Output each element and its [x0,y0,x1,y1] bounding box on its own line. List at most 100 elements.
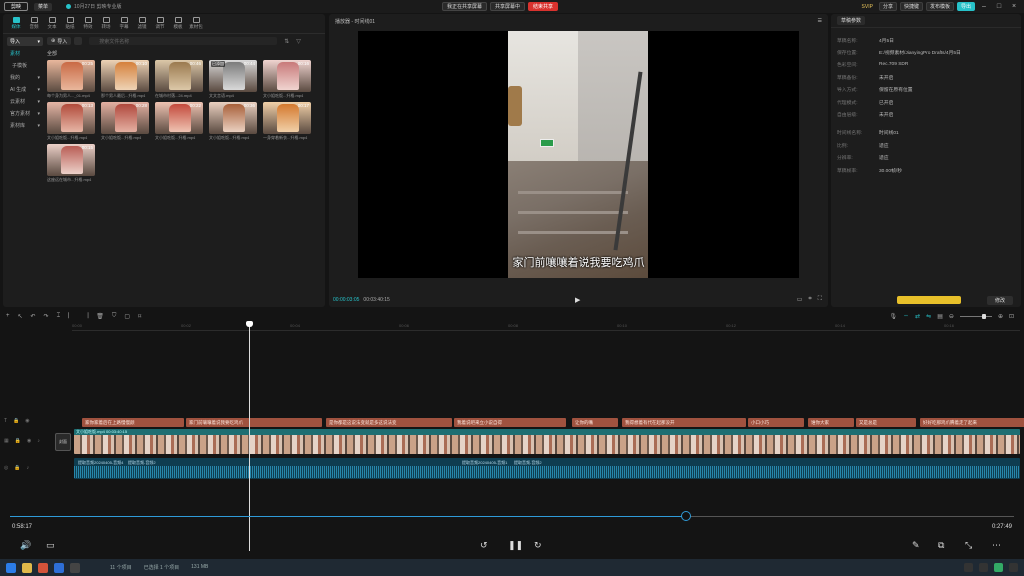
cover-button[interactable]: 封面 [55,433,71,451]
text-track-icon[interactable]: T [4,418,7,424]
link-icon[interactable]: ⇔ [903,313,909,319]
collapse-icon[interactable]: ⤡ [965,540,972,551]
media-tab[interactable]: 字幕 [115,14,133,33]
timeline-ruler[interactable]: 00:00 00:02 00:04 00:06 00:08 00:10 00:12 00:14… [72,323,1020,331]
folder-icon[interactable] [22,562,32,573]
mic-icon[interactable]: 🎙 [890,313,898,320]
speaker-icon[interactable]: ♪ [27,465,30,471]
media-tab[interactable]: 调节 [151,14,169,33]
sidebar-item[interactable]: 云素材 ▾ [7,97,43,106]
video-clip[interactable]: 文小姐吃饭.mp4 00:03:40:15 [74,429,1020,454]
fullscreen-icon[interactable]: ⛶ [818,296,822,303]
filter-icon[interactable]: ▽ [296,38,301,45]
subtitle-icon[interactable]: ▤ [937,313,943,320]
freeze-icon[interactable]: ▢ [124,313,130,320]
snap-icon[interactable]: ⇄ [915,313,920,320]
media-clip[interactable]: 00:10 那个男人最后...升格.mp4 [101,60,149,99]
sidebar-item[interactable]: 我的 ▾ [7,73,43,82]
media-clip[interactable]: 00:22 文小姐吃饭...升格.mp4 [155,102,203,141]
start-icon[interactable] [6,562,16,573]
volume-icon[interactable]: 🔊 [20,540,31,551]
import-button[interactable]: ⊕ 导入 [47,37,72,45]
zoom-out-icon[interactable]: ⊖ [949,313,954,320]
preview-axis-icon[interactable]: ⇋ [926,313,931,320]
split-right-icon[interactable]: ⎹ [82,313,88,320]
media-clip[interactable]: 00:36 文小姐吃饭...升格.mp4 [209,102,257,141]
split-left-icon[interactable]: ⎸ [68,313,74,320]
tray-icon[interactable] [964,563,973,572]
pip-icon[interactable]: ⧉ [938,540,944,551]
media-tab[interactable]: 素材包 [187,14,205,33]
lock-icon[interactable]: 🔒 [15,438,21,444]
playhead-handle[interactable] [246,321,253,327]
app-icon[interactable] [38,562,48,573]
crop-icon[interactable]: ⌗ [808,296,811,303]
zoom-slider[interactable] [959,313,992,319]
select-icon[interactable]: ↖ [18,313,23,320]
vip-badge[interactable]: SVIP [859,2,876,11]
zoom-in-icon[interactable]: ⊕ [998,313,1003,320]
eye-icon[interactable]: ◉ [27,438,31,444]
media-tab[interactable]: 文本 [43,14,61,33]
media-tab[interactable]: 模板 [169,14,187,33]
share-indicator[interactable]: 共享屏幕中 [490,2,526,11]
lock-icon[interactable]: 🔒 [13,418,19,424]
text-clip[interactable]: 家门前嚷嚷着说我要吃鸡爪 [186,418,322,427]
share-status[interactable]: 我正在共享屏幕 [442,2,488,11]
pause-icon[interactable]: ❚❚ [508,540,523,551]
media-clip[interactable]: 00:13 文小姐吃饭...升格.mp4 [47,102,95,141]
tray-icon[interactable] [979,563,988,572]
tray-icon[interactable] [1009,563,1018,572]
wechat-icon[interactable] [994,563,1003,572]
text-clip[interactable]: 谁你大家 [808,418,854,427]
delete-icon[interactable]: 🗑 [96,313,104,320]
crop-tool-icon[interactable]: ⌑ [138,313,141,320]
fit-icon[interactable]: ⊡ [1009,313,1014,320]
text-clip[interactable]: 家你家着后在上路慢慢颜 [82,418,184,427]
media-tab[interactable]: 转场 [97,14,115,33]
export-button[interactable]: 导出 [956,2,975,11]
text-clip[interactable]: 小口小巧 [748,418,804,427]
play-icon[interactable]: ▶ [575,296,580,304]
sidebar-item[interactable]: AI 生成 ▾ [7,85,43,94]
ratio-icon[interactable]: ▭ [797,296,803,303]
text-clip[interactable]: 我着说吧来立小说自得 [454,418,566,427]
maximize-icon[interactable]: □ [993,2,1005,11]
media-clip[interactable]: 00:17 一身穿着新衣...升格.mp4 [263,102,311,141]
share-button[interactable]: 分享 [878,2,897,11]
media-clip[interactable]: 00:25 每个身为男人..._01.mp4 [47,60,95,99]
speaker-icon[interactable]: ♪ [37,438,40,444]
audio-track-icon[interactable]: ◎ [4,465,8,471]
media-tab[interactable]: 媒体 [7,14,25,33]
undo-icon[interactable]: ↶ [31,313,36,320]
text-clip[interactable]: 我得想着有代在起那没开 [622,418,746,427]
sidebar-item[interactable]: 子模板 [7,61,43,70]
minimize-icon[interactable]: – [978,2,990,11]
grid-view-icon[interactable] [74,37,83,45]
media-clip[interactable]: 00:46 在城市村落...24.mp4 [155,60,203,99]
text-clip[interactable]: 让你的嘴 [572,418,618,427]
stop-share-button[interactable]: 结束共享 [528,2,559,11]
menu-button[interactable]: 菜单 [34,2,53,11]
eye-icon[interactable]: ◉ [25,418,29,424]
text-clip[interactable]: 又是总是 [856,418,916,427]
media-tab[interactable]: 特效 [79,14,97,33]
forward-30-icon[interactable]: ↻ [534,540,542,551]
player-menu-icon[interactable]: ☰ [818,18,822,24]
more-icon[interactable]: ⋯ [992,540,1001,551]
media-tab[interactable]: 音频 [25,14,43,33]
audio-clip[interactable] [74,458,1020,479]
lock-icon[interactable]: 🔒 [14,465,20,471]
media-clip[interactable]: 00:28 文小姐吃饭...升格.mp4 [101,102,149,141]
shortcut-button[interactable]: 快捷键 [899,2,923,11]
text-clip[interactable]: 好好吃那鸡爪腾着走了起来 [920,418,1024,427]
rewind-10-icon[interactable]: ↺ [480,540,488,551]
captions-icon[interactable]: ▭ [46,540,55,551]
sidebar-item[interactable]: 导入 ▾ [7,37,43,46]
media-search-input[interactable]: 搜索文件名称 [89,37,278,45]
media-clip[interactable]: 00:16 文小姐吃饭...升格.mp4 [263,60,311,99]
sidebar-item[interactable]: 素材 [7,49,43,58]
add-icon[interactable]: + [6,313,10,319]
media-clip[interactable]: 00:15 这座远在城市...升格.mp4 [47,144,95,183]
shield-icon[interactable]: ⛉ [112,313,117,320]
